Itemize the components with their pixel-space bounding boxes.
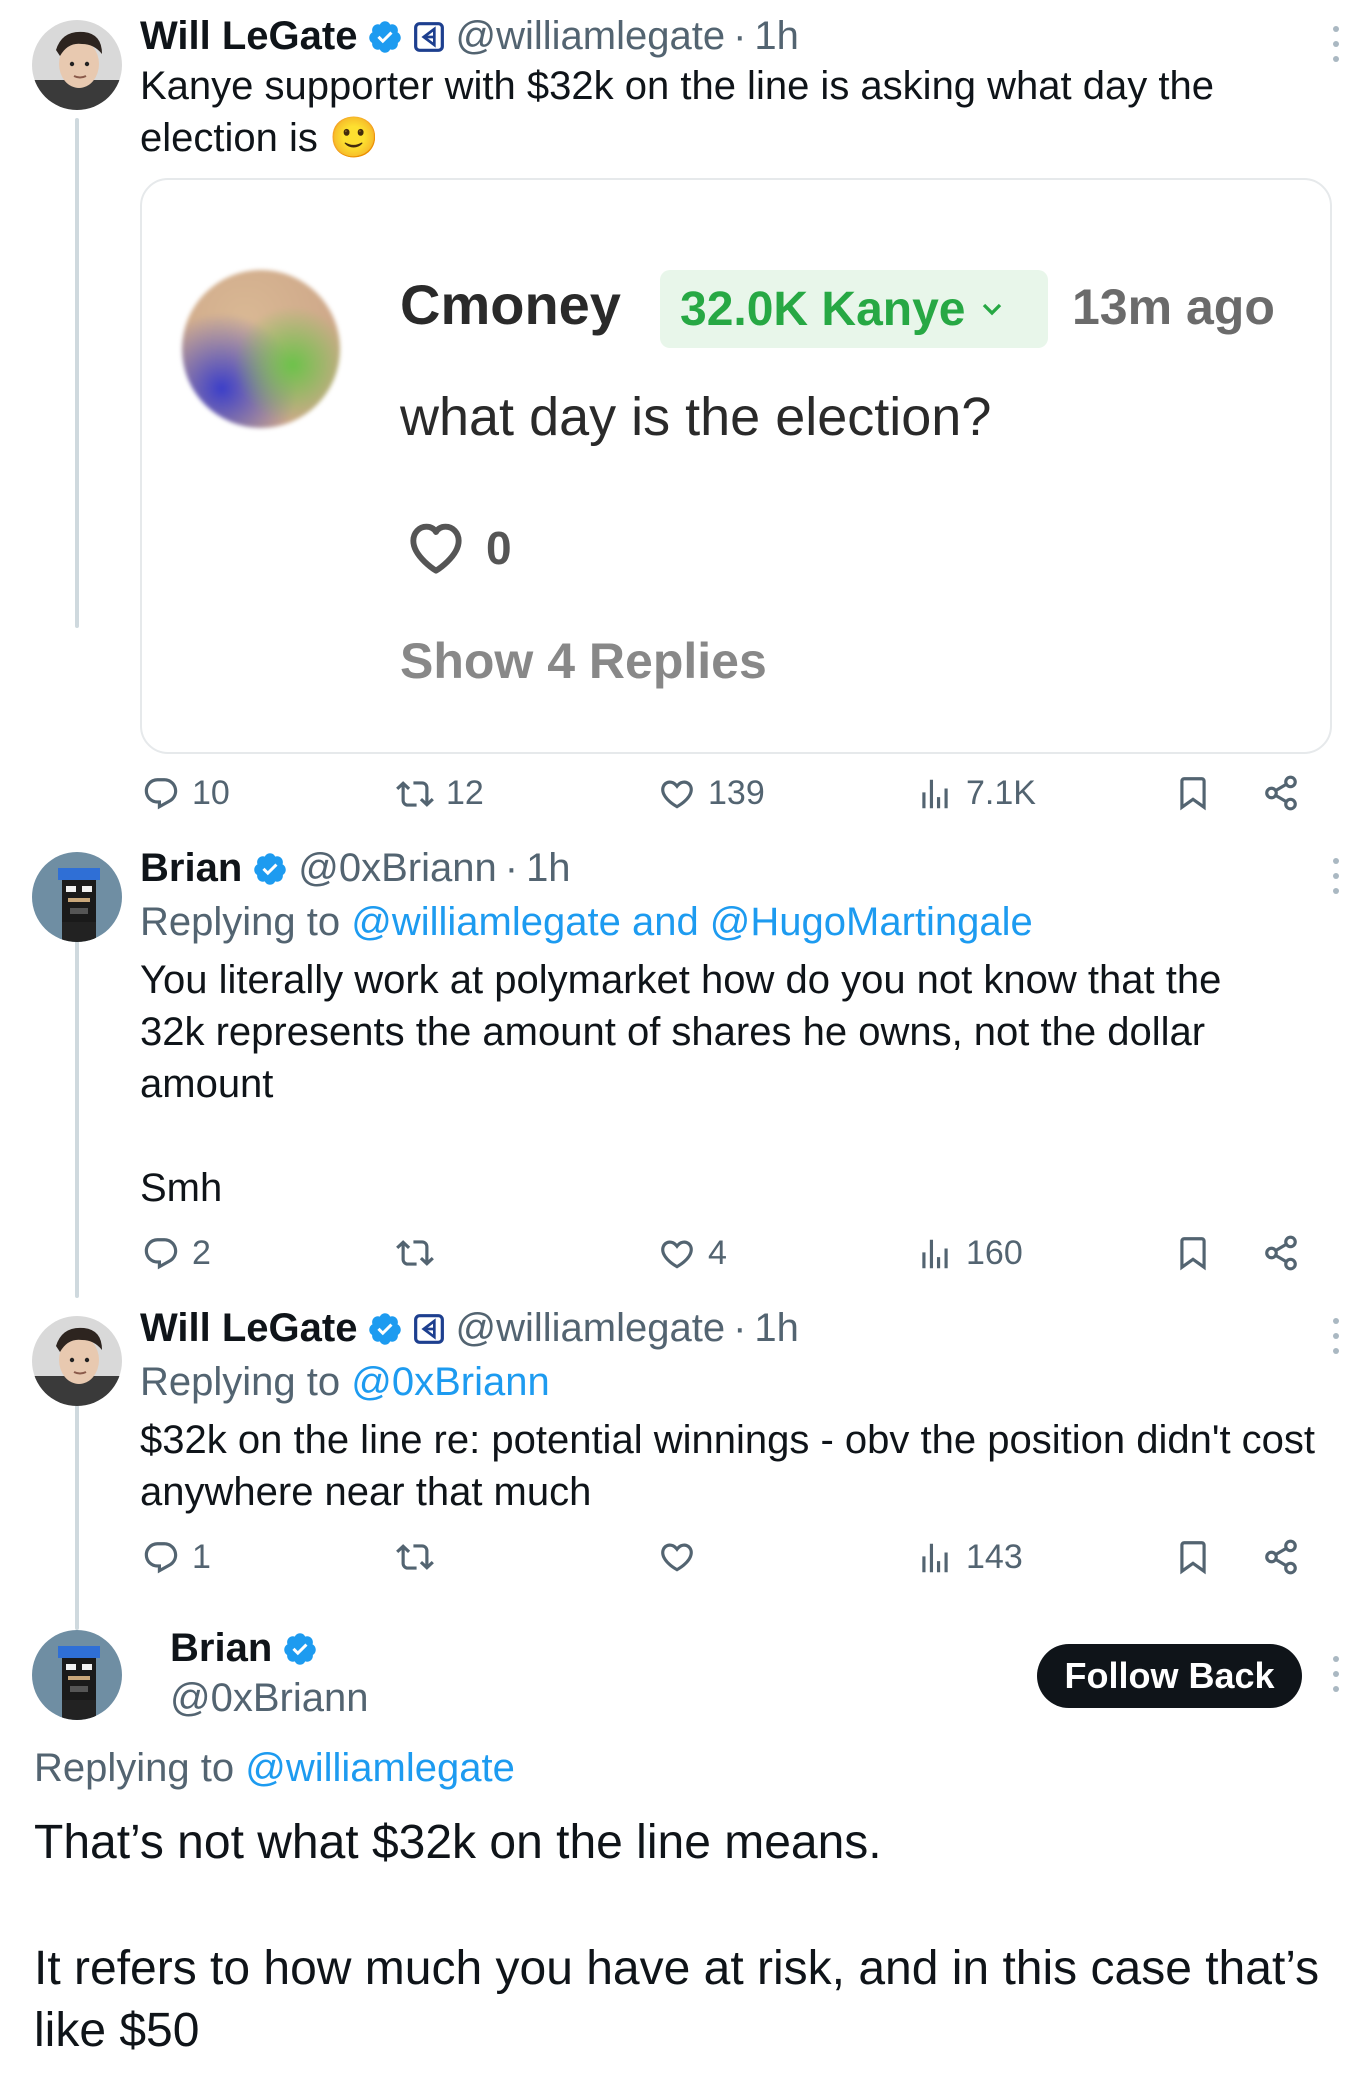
views-icon [916,1539,954,1577]
tweet-text: That’s not what $32k on the line means. … [34,1816,1320,2057]
views-icon [916,775,954,813]
bookmark-button[interactable] [1174,1234,1224,1272]
bookmark-icon [1174,774,1212,812]
retweet-button[interactable]: 12 [396,774,484,813]
avatar[interactable] [32,1630,122,1720]
display-name[interactable]: Will LeGate [140,14,357,59]
comment-text: what day is the election? [400,387,992,447]
tweet-header: Will LeGate @williamlegate · 1h [140,1306,799,1351]
retweet-icon [396,1234,434,1272]
more-options-icon[interactable] [1333,858,1341,894]
thread-line [75,938,79,1298]
share-button[interactable] [1262,1538,1312,1576]
share-button[interactable] [1262,1234,1312,1272]
separator-dot: · [504,846,519,890]
comment-likes: 0 [400,516,512,580]
share-icon [1262,1538,1300,1576]
tweet-actions: 1 143 [140,1536,1310,1586]
share-button[interactable] [1262,774,1312,812]
thread-line [75,1400,79,1630]
bookmark-button[interactable] [1174,1538,1224,1576]
tweet-text: You literally work at polymarket how do … [140,958,1222,1210]
tweet-header: Will LeGate @williamlegate · 1h [140,14,799,59]
heart-icon [658,1235,696,1273]
chevron-down-icon [982,303,1001,316]
tweet-actions: 10 12 139 7.1K [140,772,1310,822]
retweet-icon [396,1538,434,1576]
tweet-text: Kanye supporter with $32k on the line is… [140,64,1214,160]
replying-to: Replying to @williamlegate [34,1746,515,1790]
bookmark-icon [1174,1538,1212,1576]
reply-button[interactable]: 1 [142,1538,211,1577]
comment-time: 13m ago [1072,279,1275,335]
commenter-avatar [182,270,340,428]
timestamp[interactable]: 1h [754,1306,799,1351]
timestamp[interactable]: 1h [526,846,571,891]
show-replies-link: Show 4 Replies [400,633,767,689]
more-options-icon[interactable] [1333,1656,1341,1692]
display-name[interactable]: Brian [140,846,242,891]
retweet-button[interactable] [396,1538,446,1576]
affiliate-badge-icon[interactable] [413,21,445,53]
mention-link[interactable]: @williamlegate and @HugoMartingale [351,900,1033,944]
views-button[interactable]: 160 [916,1234,1023,1273]
reply-icon [142,1235,180,1273]
verified-badge-icon[interactable] [282,1631,318,1667]
reply-button[interactable]: 2 [142,1234,211,1273]
avatar[interactable] [32,852,122,942]
display-name[interactable]: Brian [170,1626,272,1671]
like-button[interactable]: 139 [658,774,765,813]
heart-outline-icon [400,516,472,580]
replying-to: Replying to @0xBriann [140,1360,550,1404]
views-icon [916,1235,954,1273]
avatar[interactable] [32,20,122,110]
views-button[interactable]: 7.1K [916,774,1036,813]
mention-link[interactable]: @williamlegate [245,1746,515,1790]
mention-link[interactable]: @0xBriann [351,1360,549,1404]
share-icon [1262,774,1300,812]
reply-button[interactable]: 10 [142,774,230,813]
commenter-name: Cmoney [400,273,621,336]
share-icon [1262,1234,1300,1272]
display-name[interactable]: Will LeGate [140,1306,357,1351]
verified-badge-icon[interactable] [252,851,288,887]
handle[interactable]: @williamlegate [455,14,725,59]
separator-dot: · [733,1306,747,1350]
retweet-icon [396,775,434,813]
bookmark-button[interactable] [1174,774,1224,812]
heart-icon [658,1538,696,1576]
tweet-actions: 2 4 160 [140,1232,1310,1282]
affiliate-badge-icon[interactable] [413,1313,445,1345]
avatar[interactable] [32,1316,122,1406]
heart-icon [658,775,696,813]
more-options-icon[interactable] [1333,26,1341,62]
thread-line [75,118,79,628]
retweet-button[interactable] [396,1234,446,1272]
verified-badge-icon[interactable] [367,19,403,55]
main-name-row: Brian [170,1626,318,1671]
embedded-image[interactable]: Cmoney 32.0K Kanye 13m ago what day is t… [140,178,1332,754]
timestamp[interactable]: 1h [754,14,799,59]
verified-badge-icon[interactable] [367,1311,403,1347]
like-button[interactable]: 4 [658,1234,727,1273]
replying-to: Replying to @williamlegate and @HugoMart… [140,900,1033,944]
smile-emoji: 🙂 [329,116,379,160]
more-options-icon[interactable] [1333,1318,1341,1354]
follow-back-button[interactable]: Follow Back [1037,1644,1302,1708]
reply-icon [142,775,180,813]
handle[interactable]: @williamlegate [455,1306,725,1351]
bookmark-icon [1174,1234,1212,1272]
reply-icon [142,1539,180,1577]
handle[interactable]: @0xBriann [298,846,496,891]
tweet-text: $32k on the line re: potential winnings … [140,1418,1316,1514]
views-button[interactable]: 143 [916,1538,1023,1577]
separator-dot: · [733,14,747,58]
like-button[interactable] [658,1538,708,1576]
position-badge: 32.0K Kanye [660,270,1048,348]
tweet-header: Brian @0xBriann · 1h [140,846,571,891]
handle[interactable]: @0xBriann [170,1676,368,1721]
